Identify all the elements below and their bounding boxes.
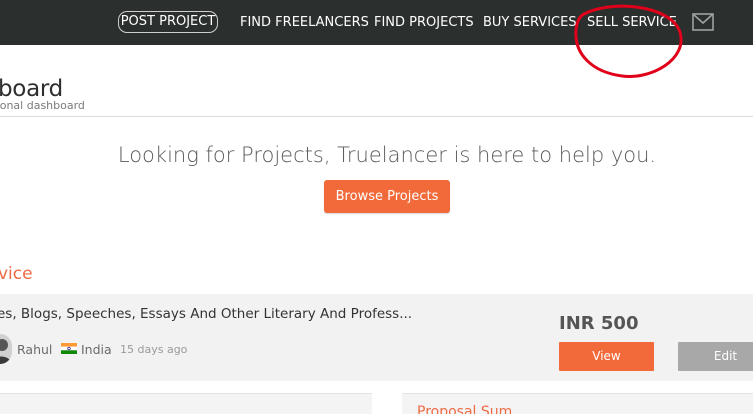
post-project-button[interactable]: POST PROJECT	[118, 11, 218, 33]
top-navigation-bar: POST PROJECT FIND FREELANCERS FIND PROJE…	[0, 0, 753, 45]
service-card: es, Blogs, Speeches, Essays And Other Li…	[0, 294, 753, 381]
page-subtitle: sonal dashboard	[0, 99, 85, 112]
view-button[interactable]: View	[559, 342, 654, 371]
nav-find-projects[interactable]: FIND PROJECTS	[374, 15, 474, 31]
seller-country: India	[81, 342, 112, 357]
service-price: INR 500	[559, 313, 639, 334]
mail-icon[interactable]	[692, 13, 714, 31]
seller-name[interactable]: Rahul	[17, 342, 52, 357]
edit-button[interactable]: Edit	[678, 342, 753, 371]
proposal-summary-title: Proposal Sum	[417, 404, 513, 414]
promo-heading: Looking for Projects, Truelancer is here…	[117, 143, 657, 167]
browse-projects-button[interactable]: Browse Projects	[324, 180, 450, 213]
posted-time: 15 days ago	[120, 343, 188, 356]
service-title-link[interactable]: es, Blogs, Speeches, Essays And Other Li…	[0, 306, 412, 322]
nav-sell-service[interactable]: SELL SERVICE	[587, 15, 677, 31]
proposal-summary-panel: Proposal Sum	[402, 393, 753, 414]
nav-buy-services[interactable]: BUY SERVICES	[483, 15, 577, 31]
bottom-left-panel	[0, 393, 372, 414]
nav-find-freelancers[interactable]: FIND FREELANCERS	[240, 15, 369, 31]
india-flag-icon	[61, 343, 77, 354]
header-divider	[0, 116, 753, 117]
section-title: vice	[0, 264, 33, 284]
avatar[interactable]	[0, 334, 12, 364]
